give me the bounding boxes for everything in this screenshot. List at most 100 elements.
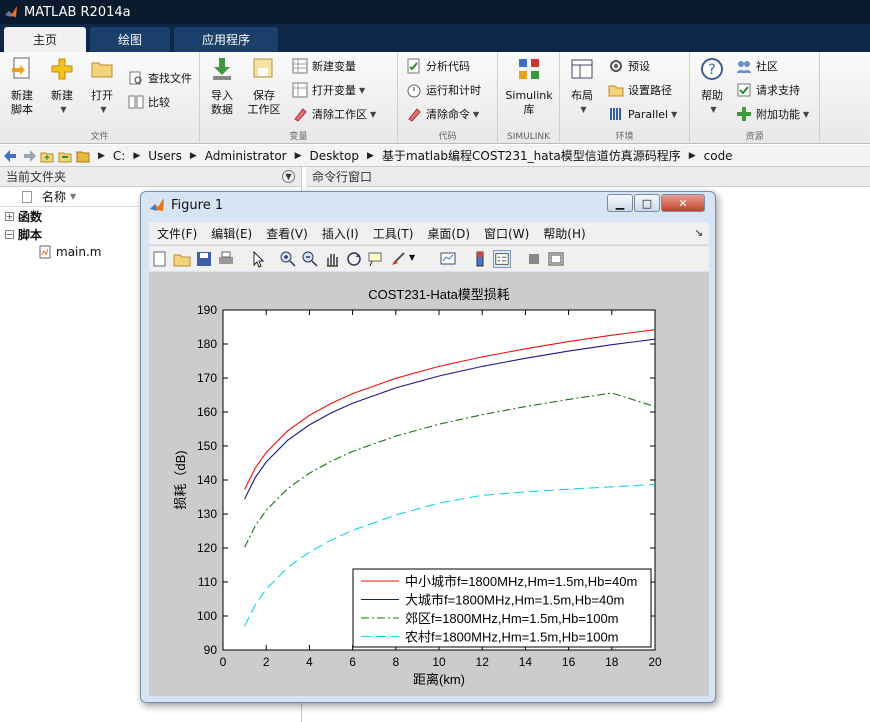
insert-colorbar-icon[interactable]: [471, 250, 489, 268]
find-files-button[interactable]: 查找文件: [128, 68, 192, 88]
community-button[interactable]: 社区: [736, 56, 778, 76]
clear-commands-button[interactable]: 清除命令 ▼: [406, 104, 479, 124]
clear-commands-caret-icon: ▼: [473, 109, 480, 119]
simulink-library-button[interactable]: Simulink 库: [502, 56, 556, 117]
set-path-button[interactable]: 设置路径: [608, 80, 672, 100]
open-button[interactable]: 打开 ▼: [82, 56, 122, 117]
breadcrumb-1[interactable]: Users: [148, 149, 182, 163]
open-label: 打开: [91, 89, 113, 102]
minimize-button[interactable]: ▁: [607, 194, 633, 212]
breadcrumb-3[interactable]: Desktop: [310, 149, 360, 163]
figure-canvas[interactable]: COST231-Hata模型损耗 90 100 110 120 130 140 150 160…: [149, 272, 709, 696]
close-button[interactable]: ✕: [661, 194, 705, 212]
layout-button[interactable]: 布局 ▼: [562, 56, 602, 117]
community-label: 社区: [756, 60, 778, 73]
simulink-library-icon: [519, 59, 539, 79]
import-data-button[interactable]: 导入 数据: [202, 56, 242, 117]
figure-title: Figure 1: [171, 197, 224, 213]
rotate-3d-icon[interactable]: [345, 250, 363, 268]
up-folder-icon[interactable]: [40, 149, 54, 163]
add-ons-button[interactable]: 附加功能 ▼: [736, 104, 809, 124]
preferences-button[interactable]: 预设: [608, 56, 650, 76]
figure-titlebar[interactable]: Figure 1 ▁ □ ✕: [141, 192, 715, 218]
panel-menu-icon[interactable]: ▼: [282, 170, 295, 183]
help-button[interactable]: ? 帮助 ▼: [692, 56, 732, 117]
new-variable-button[interactable]: 新建变量: [292, 56, 356, 76]
layout-label: 布局: [571, 89, 593, 102]
new-script-icon: [12, 57, 30, 79]
analyze-code-button[interactable]: 分析代码: [406, 56, 470, 76]
pan-hand-icon[interactable]: [323, 250, 341, 268]
back-arrow-icon[interactable]: [4, 149, 18, 163]
x-tick-label: 14: [519, 655, 533, 669]
breadcrumb-4[interactable]: 基于matlab编程COST231_hata模型信道仿真源码程序: [382, 147, 681, 164]
menu-view[interactable]: 查看(V): [266, 225, 308, 242]
y-tick-label: 150: [197, 439, 217, 453]
figure-window[interactable]: Figure 1 ▁ □ ✕ 文件(F) 编辑(E) 查看(V) 插入(I) 工…: [140, 191, 716, 703]
close-icon: ✕: [678, 196, 688, 210]
menu-window[interactable]: 窗口(W): [484, 225, 529, 242]
parallel-button[interactable]: Parallel ▼: [608, 104, 677, 124]
new-button[interactable]: 新建 ▼: [42, 56, 82, 117]
find-files-label: 查找文件: [148, 72, 192, 85]
open-variable-button[interactable]: 打开变量 ▼: [292, 80, 365, 100]
select-arrow-icon[interactable]: [249, 250, 267, 268]
menu-file[interactable]: 文件(F): [157, 225, 197, 242]
menu-insert[interactable]: 插入(I): [322, 225, 359, 242]
brush-caret-icon[interactable]: ▼: [409, 253, 415, 262]
compare-button[interactable]: 比较: [128, 92, 170, 112]
save-icon[interactable]: [195, 250, 213, 268]
menu-desktop[interactable]: 桌面(D): [427, 225, 470, 242]
new-figure-icon[interactable]: [151, 250, 169, 268]
menu-help[interactable]: 帮助(H): [543, 225, 585, 242]
add-ons-icon: [737, 107, 751, 121]
ribbon-group-code: 分析代码 运行和计时 清除命令 ▼ 代码: [398, 52, 498, 144]
request-support-button[interactable]: 请求支持: [736, 80, 800, 100]
breadcrumb-5[interactable]: code: [704, 149, 733, 163]
y-tick-label: 140: [197, 473, 217, 487]
print-icon[interactable]: [217, 250, 235, 268]
add-ons-label: 附加功能: [756, 108, 800, 121]
menu-tools[interactable]: 工具(T): [373, 225, 414, 242]
data-cursor-icon[interactable]: [367, 250, 385, 268]
maximize-button[interactable]: □: [634, 194, 660, 212]
crumb-separator: ▶: [189, 150, 197, 161]
collapse-icon[interactable]: −: [5, 229, 14, 239]
group-label-resources: 资源: [745, 132, 764, 142]
show-plot-tools-icon[interactable]: [547, 250, 565, 268]
app-title: MATLAB R2014a: [24, 4, 131, 20]
link-plot-icon[interactable]: [439, 250, 457, 268]
new-label: 新建: [51, 89, 73, 102]
legend-entry-2: 郊区f=1800MHz,Hm=1.5m,Hb=100m: [405, 611, 619, 626]
help-label: 帮助: [701, 89, 723, 102]
crumb-separator: ▶: [688, 150, 696, 161]
tab-plots[interactable]: 绘图: [90, 27, 170, 52]
tab-home[interactable]: 主页: [4, 27, 86, 52]
open-variable-icon: [292, 82, 308, 98]
hide-plot-tools-icon[interactable]: [525, 250, 543, 268]
y-tick-label: 190: [197, 303, 217, 317]
menu-edit[interactable]: 编辑(E): [211, 225, 252, 242]
open-variable-label: 打开变量: [312, 84, 356, 97]
compare-icon: [128, 95, 144, 109]
command-window-header: 命令行窗口: [306, 167, 870, 187]
clear-workspace-button[interactable]: 清除工作区 ▼: [292, 104, 376, 124]
run-and-time-button[interactable]: 运行和计时: [406, 80, 481, 100]
open-file-icon[interactable]: [173, 250, 191, 268]
tab-apps[interactable]: 应用程序: [174, 27, 278, 52]
new-script-button[interactable]: 新建 脚本: [2, 56, 42, 117]
forward-arrow-icon[interactable]: [22, 149, 36, 163]
insert-legend-icon[interactable]: [493, 250, 511, 268]
menubar-dock-icon[interactable]: ↘: [695, 228, 703, 239]
breadcrumb-0[interactable]: C:: [113, 149, 125, 163]
brush-icon[interactable]: [389, 250, 407, 268]
save-workspace-button[interactable]: 保存 工作区: [244, 56, 284, 117]
clear-workspace-label: 清除工作区: [312, 108, 367, 121]
expand-icon[interactable]: +: [5, 211, 14, 221]
zoom-in-icon[interactable]: [279, 250, 297, 268]
zoom-out-icon[interactable]: [301, 250, 319, 268]
chart-svg[interactable]: COST231-Hata模型损耗 90100110120130140150160…: [149, 272, 709, 696]
breadcrumb-2[interactable]: Administrator: [205, 149, 287, 163]
browse-folder-icon[interactable]: [58, 149, 72, 163]
chart-legend[interactable]: 中小城市f=1800MHz,Hm=1.5m,Hb=40m 大城市f=1800MHz…: [352, 568, 652, 648]
